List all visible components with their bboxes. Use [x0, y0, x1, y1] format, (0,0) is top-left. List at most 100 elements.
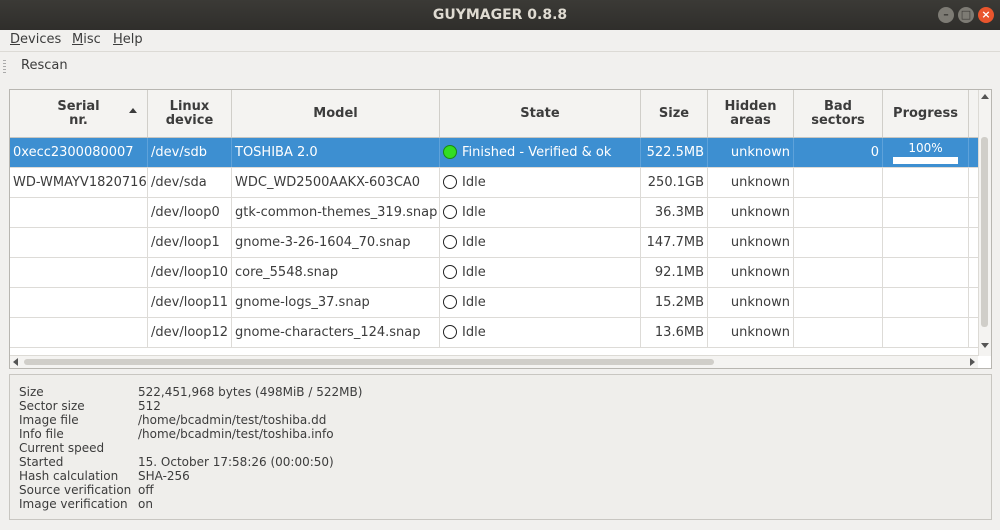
info-key: Started	[19, 455, 64, 469]
col-hidden[interactable]: Hidden areas	[708, 90, 794, 137]
cell-device: /dev/sda	[148, 168, 232, 197]
cell-device: /dev/loop12	[148, 318, 232, 347]
cell-state: Idle	[440, 228, 641, 257]
cell-hidden: unknown	[708, 228, 794, 257]
toolbar-grip[interactable]	[3, 60, 6, 74]
cell-size: 36.3MB	[641, 198, 708, 227]
state-text: Idle	[462, 235, 486, 250]
info-value: /home/bcadmin/test/toshiba.info	[138, 427, 334, 441]
minimize-button[interactable]: –	[938, 7, 954, 23]
cell-serial	[10, 318, 148, 347]
scroll-up-icon[interactable]	[981, 94, 989, 99]
col-size[interactable]: Size	[641, 90, 708, 137]
info-value: on	[138, 497, 153, 511]
menu-misc[interactable]: Misc	[72, 32, 101, 47]
state-text: Finished - Verified & ok	[462, 145, 612, 160]
col-serial-label: Serial nr.	[57, 98, 100, 128]
window-title: GUYMAGER 0.8.8	[432, 7, 568, 23]
menu-help-mnemonic: H	[113, 32, 123, 47]
cell-bad	[794, 228, 883, 257]
cell-model: core_5548.snap	[232, 258, 440, 287]
table-header: Serial nr. Linux device Model State Size…	[10, 90, 978, 138]
cell-model: gnome-3-26-1604_70.snap	[232, 228, 440, 257]
cell-model: WDC_WD2500AAKX-603CA0	[232, 168, 440, 197]
menu-devices[interactable]: Devices	[10, 32, 61, 47]
col-device[interactable]: Linux device	[148, 90, 232, 137]
menu-help[interactable]: Help	[113, 32, 143, 47]
menu-help-label: elp	[122, 32, 143, 47]
col-progress[interactable]: Progress	[883, 90, 969, 137]
vertical-scroll-thumb[interactable]	[981, 137, 988, 327]
cell-serial	[10, 228, 148, 257]
table-row[interactable]: WD-WMAYV1820716/dev/sda WDC_WD2500AAKX-60…	[10, 168, 978, 198]
cell-size: 15.2MB	[641, 288, 708, 317]
cell-size: 92.1MB	[641, 258, 708, 287]
cell-serial	[10, 198, 148, 227]
horizontal-scroll-thumb[interactable]	[24, 359, 714, 365]
info-value: 512	[138, 399, 161, 413]
menu-devices-label: evices	[20, 32, 62, 47]
info-key: Image verification	[19, 497, 128, 511]
cell-state: Idle	[440, 198, 641, 227]
title-bar: GUYMAGER 0.8.8 – □ ×	[0, 0, 1000, 30]
cell-bad	[794, 198, 883, 227]
table-row[interactable]: /dev/loop11 gnome-logs_37.snap Idle 15.2MB u…	[10, 288, 978, 318]
state-text: Idle	[462, 325, 486, 340]
cell-progress	[883, 258, 969, 287]
col-serial[interactable]: Serial nr.	[10, 90, 148, 137]
cell-bad	[794, 318, 883, 347]
info-value: SHA-256	[138, 469, 190, 483]
close-button[interactable]: ×	[978, 7, 994, 23]
cell-hidden: unknown	[708, 288, 794, 317]
cell-hidden: unknown	[708, 258, 794, 287]
state-text: Idle	[462, 205, 486, 220]
device-table[interactable]: Serial nr. Linux device Model State Size…	[9, 89, 992, 369]
cell-model: gnome-characters_124.snap	[232, 318, 440, 347]
col-state[interactable]: State	[440, 90, 641, 137]
col-bad[interactable]: Bad sectors	[794, 90, 883, 137]
menu-misc-label: isc	[83, 32, 101, 47]
table-row[interactable]: /dev/loop10 core_5548.snap Idle 92.1MB unkno…	[10, 258, 978, 288]
cell-size: 522.5MB	[641, 138, 708, 167]
vertical-scrollbar[interactable]	[978, 90, 991, 356]
scroll-down-icon[interactable]	[981, 343, 989, 348]
progress-label: 100%	[908, 141, 943, 155]
info-key: Source verification	[19, 483, 132, 497]
cell-bad: 0	[794, 138, 883, 167]
cell-device: /dev/loop11	[148, 288, 232, 317]
state-idle-icon	[443, 325, 457, 339]
info-key: Image file	[19, 413, 79, 427]
table-row[interactable]: 0xecc2300080007/dev/sdb TOSHIBA 2.0 Finish…	[10, 138, 978, 168]
cell-progress	[883, 198, 969, 227]
col-model[interactable]: Model	[232, 90, 440, 137]
cell-progress	[883, 318, 969, 347]
info-value: 522,451,968 bytes (498MiB / 522MB)	[138, 385, 363, 399]
horizontal-scrollbar[interactable]	[10, 355, 978, 368]
info-key: Sector size	[19, 399, 85, 413]
table-row[interactable]: /dev/loop1 gnome-3-26-1604_70.snap Idle 147…	[10, 228, 978, 258]
cell-state: Idle	[440, 168, 641, 197]
cell-bad	[794, 168, 883, 197]
maximize-button[interactable]: □	[958, 7, 974, 23]
cell-bad	[794, 258, 883, 287]
cell-state: Finished - Verified & ok	[440, 138, 641, 167]
cell-serial: 0xecc2300080007	[10, 138, 148, 167]
cell-progress: 100%	[883, 138, 969, 167]
progress-fill	[893, 157, 958, 164]
scroll-left-icon[interactable]	[13, 358, 18, 366]
cell-serial	[10, 288, 148, 317]
state-idle-icon	[443, 235, 457, 249]
table-row[interactable]: /dev/loop12 gnome-characters_124.snap Idle…	[10, 318, 978, 348]
info-key: Info file	[19, 427, 64, 441]
progress-bar: 100%	[893, 141, 958, 164]
menu-bar: Devices Misc Help	[0, 30, 1000, 51]
cell-progress	[883, 168, 969, 197]
info-key: Current speed	[19, 441, 105, 455]
scroll-right-icon[interactable]	[970, 358, 975, 366]
cell-device: /dev/loop0	[148, 198, 232, 227]
rescan-button[interactable]: Rescan	[21, 58, 68, 73]
table-row[interactable]: /dev/loop0 gtk-common-themes_319.snap Idle…	[10, 198, 978, 228]
info-value: /home/bcadmin/test/toshiba.dd	[138, 413, 327, 427]
cell-serial	[10, 258, 148, 287]
cell-hidden: unknown	[708, 198, 794, 227]
